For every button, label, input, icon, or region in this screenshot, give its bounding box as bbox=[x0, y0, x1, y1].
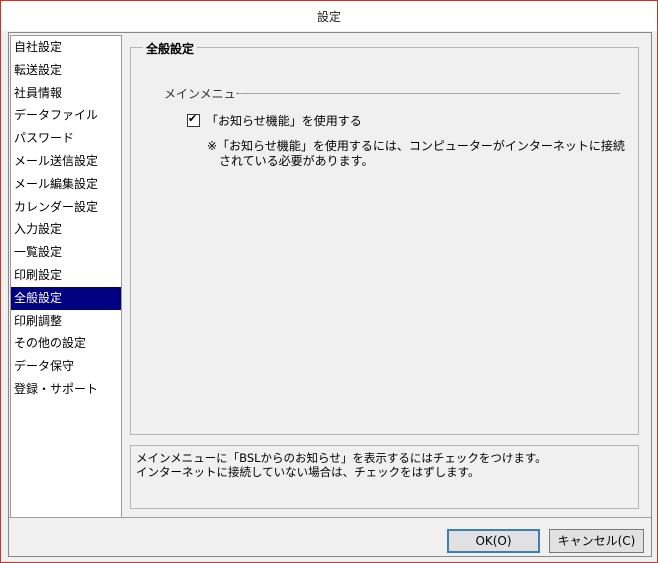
sidebar-item-employee[interactable]: 社員情報 bbox=[11, 82, 121, 105]
sidebar-item-mail-send[interactable]: メール送信設定 bbox=[11, 150, 121, 173]
window-title: 設定 bbox=[1, 1, 657, 31]
main-menu-section-label: メインメニュー bbox=[164, 87, 248, 101]
sidebar-item-registration-support[interactable]: 登録・サポート bbox=[11, 378, 121, 401]
sidebar-item-mail-edit[interactable]: メール編集設定 bbox=[11, 173, 121, 196]
sidebar-item-company[interactable]: 自社設定 bbox=[11, 36, 121, 59]
settings-window: 設定 自社設定 転送設定 社員情報 データファイル パスワード メール送信設定 … bbox=[0, 0, 658, 563]
notification-feature-option[interactable]: ✔ 「お知らせ機能」を使用する bbox=[187, 112, 362, 129]
ok-button[interactable]: OK(O) bbox=[447, 529, 540, 553]
sidebar-item-list[interactable]: 一覧設定 bbox=[11, 241, 121, 264]
sidebar-item-input[interactable]: 入力設定 bbox=[11, 218, 121, 241]
checkmark-icon: ✔ bbox=[188, 112, 198, 125]
cancel-button[interactable]: キャンセル(C) bbox=[549, 529, 644, 553]
sidebar-item-transfer[interactable]: 転送設定 bbox=[11, 59, 121, 82]
help-line-2: インターネットに接続していない場合は、チェックをはずします。 bbox=[136, 465, 480, 479]
section-divider bbox=[238, 93, 620, 94]
note-line-1: ※「お知らせ機能」を使用するには、コンピューターがインターネットに接続 bbox=[207, 139, 625, 153]
notification-feature-label[interactable]: 「お知らせ機能」を使用する bbox=[206, 112, 362, 129]
sidebar-item-print-adjust[interactable]: 印刷調整 bbox=[11, 310, 121, 333]
help-description-box: メインメニューに「BSLからのお知らせ」を表示するにはチェックをつけます。 イン… bbox=[130, 445, 639, 509]
dialog-client-area: 自社設定 転送設定 社員情報 データファイル パスワード メール送信設定 メール… bbox=[8, 32, 652, 557]
footer-divider bbox=[9, 517, 651, 518]
settings-category-list[interactable]: 自社設定 転送設定 社員情報 データファイル パスワード メール送信設定 メール… bbox=[10, 35, 122, 518]
notification-note: ※「お知らせ機能」を使用するには、コンピューターがインターネットに接続 されてい… bbox=[207, 139, 625, 169]
sidebar-item-general[interactable]: 全般設定 bbox=[11, 286, 121, 310]
sidebar-item-other[interactable]: その他の設定 bbox=[11, 332, 121, 355]
notification-feature-checkbox[interactable]: ✔ bbox=[187, 112, 200, 127]
general-settings-group: 全般設定 メインメニュー ✔ 「お知らせ機能」を使用する ※「お知らせ機能」を使… bbox=[130, 40, 639, 435]
sidebar-item-print[interactable]: 印刷設定 bbox=[11, 264, 121, 287]
sidebar-item-password[interactable]: パスワード bbox=[11, 127, 121, 150]
sidebar-item-calendar[interactable]: カレンダー設定 bbox=[11, 196, 121, 219]
sidebar-item-data-file[interactable]: データファイル bbox=[11, 104, 121, 127]
group-title: 全般設定 bbox=[143, 40, 198, 57]
note-line-2: されている必要があります。 bbox=[219, 154, 374, 168]
help-line-1: メインメニューに「BSLからのお知らせ」を表示するにはチェックをつけます。 bbox=[136, 451, 547, 465]
sidebar-item-data-maintenance[interactable]: データ保守 bbox=[11, 355, 121, 378]
